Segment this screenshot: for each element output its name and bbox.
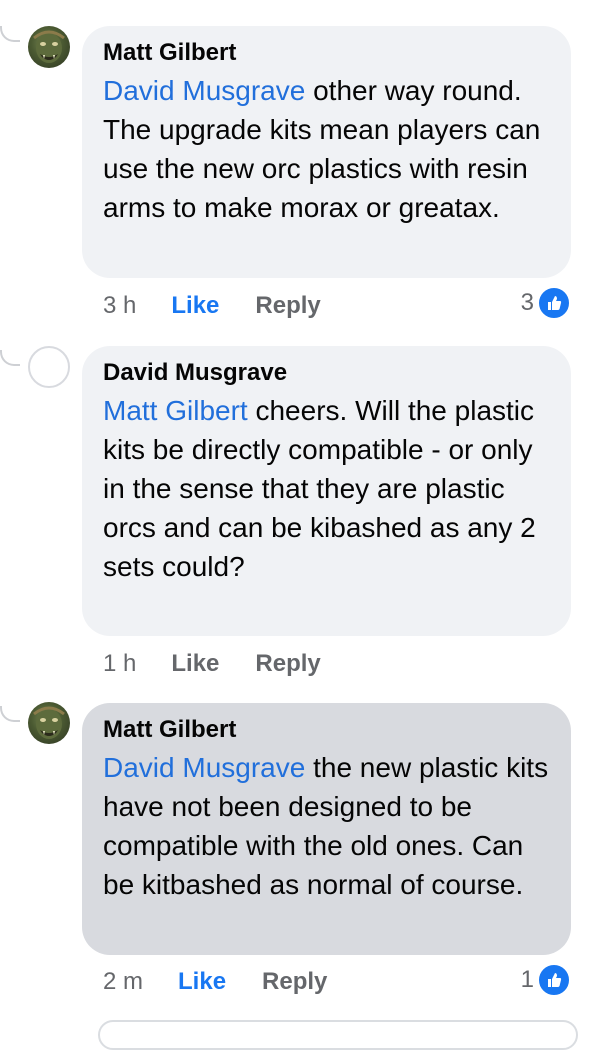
avatar[interactable] [28,702,70,744]
comment-author[interactable]: David Musgrave [103,358,551,388]
reaction-count: 3 [520,289,534,316]
reply-button[interactable]: Reply [255,292,320,320]
comment-actions: 3 h Like Reply [103,289,321,323]
like-button[interactable]: Like [178,968,226,996]
reply-button[interactable]: Reply [262,968,327,996]
comment-actions: 2 m Like Reply [103,965,327,999]
mention-link[interactable]: David Musgrave [103,75,305,106]
reply-input-partial[interactable] [98,1020,578,1050]
orc-avatar-image [33,30,65,63]
comment-bubble[interactable]: David Musgrave Matt Gilbert cheers. Will… [82,346,571,636]
comment-author[interactable]: Matt Gilbert [103,38,551,68]
reaction-count: 1 [520,966,534,993]
comment-bubble[interactable]: Matt Gilbert David Musgrave the new plas… [82,703,571,955]
comment-timestamp[interactable]: 2 m [103,968,143,996]
like-button[interactable]: Like [171,292,219,320]
avatar[interactable] [28,346,70,388]
thread-connector [0,26,20,42]
comment-timestamp[interactable]: 3 h [103,292,136,320]
previous-comment-actions-partial [230,0,290,2]
comment-timestamp[interactable]: 1 h [103,650,136,678]
comment-text: David Musgrave other way round. The upgr… [103,71,551,227]
thread-connector [0,706,20,722]
mention-link[interactable]: David Musgrave [103,752,305,783]
like-button[interactable]: Like [171,650,219,678]
thumbs-up-icon [537,963,571,997]
comment-text: David Musgrave the new plastic kits have… [103,748,551,904]
orc-avatar-image [33,706,65,739]
comment-author[interactable]: Matt Gilbert [103,715,551,745]
thread-connector [0,350,20,366]
avatar[interactable] [28,26,70,68]
thumbs-up-icon [537,286,571,320]
comment-actions: 1 h Like Reply [103,647,321,681]
reaction-summary[interactable]: 1 [521,963,571,997]
comment-text: Matt Gilbert cheers. Will the plastic ki… [103,391,551,586]
reply-button[interactable]: Reply [255,650,320,678]
mention-link[interactable]: Matt Gilbert [103,395,248,426]
reaction-summary[interactable]: 3 [521,286,571,320]
comment-bubble[interactable]: Matt Gilbert David Musgrave other way ro… [82,26,571,278]
